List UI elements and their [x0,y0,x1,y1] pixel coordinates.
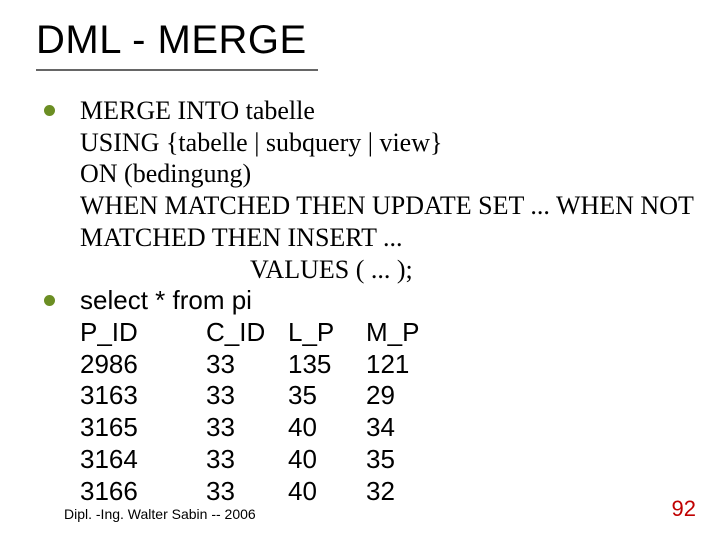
table-header-row: P_ID C_ID L_P M_P [80,317,700,349]
query-line: select * from pi [80,285,700,317]
list-item: MERGE INTO tabelle USING {tabelle | subq… [36,95,700,285]
cell: 2986 [80,349,206,381]
merge-line: MERGE INTO tabelle [80,95,700,127]
cell: 35 [288,380,366,412]
footer-author: Dipl. -Ing. Walter Sabin -- 2006 [64,506,256,522]
content-area: MERGE INTO tabelle USING {tabelle | subq… [36,95,700,507]
cell: 33 [206,444,288,476]
cell: 33 [206,380,288,412]
table-row: 3163 33 35 29 [80,380,700,412]
cell: 40 [288,444,366,476]
cell: 33 [206,412,288,444]
cell: 121 [366,349,446,381]
cell: 40 [288,412,366,444]
col-header: C_ID [206,317,288,349]
col-header: L_P [288,317,366,349]
merge-syntax: MERGE INTO tabelle USING {tabelle | subq… [80,95,700,285]
table-row: 3165 33 40 34 [80,412,700,444]
cell: 3165 [80,412,206,444]
merge-line: WHEN MATCHED THEN UPDATE SET ... WHEN NO… [80,190,700,253]
cell: 3164 [80,444,206,476]
list-item: select * from pi P_ID C_ID L_P M_P 2986 … [36,285,700,507]
merge-line: USING {tabelle | subquery | view} [80,127,700,159]
col-header: P_ID [80,317,206,349]
footer: Dipl. -Ing. Walter Sabin -- 2006 92 [64,496,696,522]
table-row: 3164 33 40 35 [80,444,700,476]
cell: 35 [366,444,446,476]
result-table: P_ID C_ID L_P M_P 2986 33 135 121 3163 3… [80,317,700,507]
cell: 34 [366,412,446,444]
merge-line: VALUES ( ... ); [80,254,700,286]
cell: 3163 [80,380,206,412]
page-number: 92 [672,496,696,522]
table-row: 2986 33 135 121 [80,349,700,381]
title-underline [36,69,318,71]
cell: 33 [206,349,288,381]
merge-values: VALUES ( ... ); [80,254,413,286]
cell: 135 [288,349,366,381]
page-title: DML - MERGE [36,18,720,63]
merge-line: ON (bedingung) [80,158,700,190]
bullet-list: MERGE INTO tabelle USING {tabelle | subq… [36,95,700,507]
col-header: M_P [366,317,446,349]
cell: 29 [366,380,446,412]
